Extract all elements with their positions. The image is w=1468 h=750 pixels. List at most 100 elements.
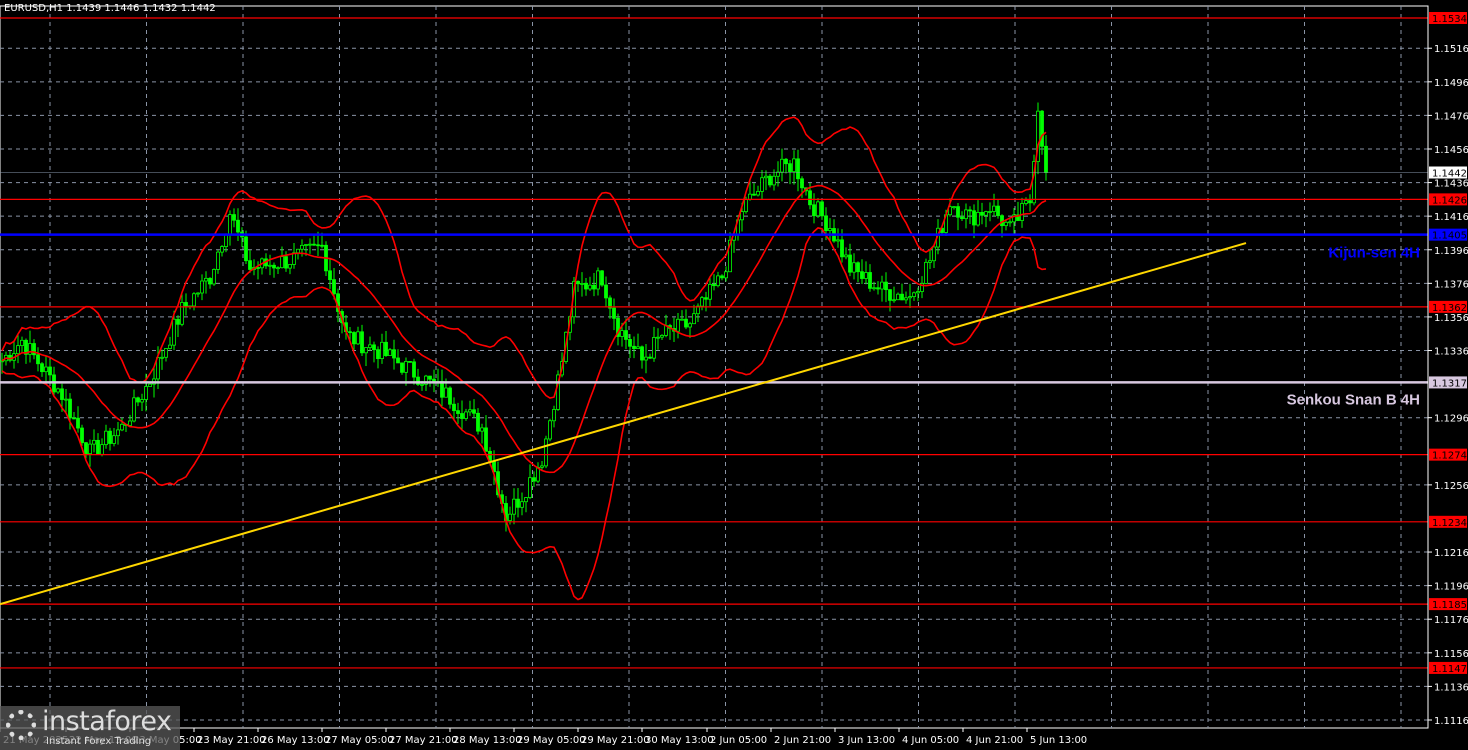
candle-body [528, 477, 532, 499]
candle-body [844, 254, 848, 258]
candle-body [208, 277, 212, 285]
candle-body [388, 349, 392, 357]
candle-body [976, 212, 980, 226]
candle-body [972, 210, 976, 226]
candle-body [348, 331, 352, 334]
y-tick-label: 1.1416 [1434, 212, 1468, 223]
candle-body [724, 271, 728, 279]
candle-body [400, 362, 404, 373]
candle-body [396, 357, 400, 364]
candle-body [392, 349, 396, 359]
candle-body [744, 199, 748, 213]
candle-body [112, 435, 116, 444]
y-tick-label: 1.1116 [1434, 716, 1468, 727]
candle-body [656, 336, 660, 339]
x-tick-label: 2 Jun 05:00 [710, 735, 767, 746]
y-tick-label: 1.1456 [1434, 145, 1468, 156]
price-chart[interactable]: 1.1516 1.1496 1.1476 1.1456 1.1436 1.1416 1.13… [0, 0, 1468, 750]
candle-body [860, 271, 864, 279]
candle-body [316, 244, 320, 247]
candle-body [796, 158, 800, 180]
candle-body [168, 344, 172, 349]
candle-body [356, 331, 360, 345]
candle-body [180, 302, 184, 325]
candle-body [752, 193, 756, 196]
candle-body [40, 363, 44, 373]
candle-body [596, 270, 600, 290]
candle-body [484, 427, 488, 452]
y-tick-label: 1.1216 [1434, 548, 1468, 559]
candle-body [160, 356, 164, 359]
support-resistance-level-label: 1.1362 [1432, 303, 1467, 314]
candle-body [676, 318, 680, 332]
candle-body [872, 287, 876, 290]
candle-body [440, 381, 444, 398]
candle-body [36, 354, 40, 365]
candle-body [128, 420, 132, 426]
y-tick-label: 1.1336 [1434, 347, 1468, 358]
candle-body [964, 209, 968, 220]
candle-body [84, 442, 88, 455]
band-middle [1, 184, 1047, 474]
x-tick-label: 23 May 21:00 [197, 735, 266, 746]
candle-body [288, 264, 292, 269]
candle-body [992, 205, 996, 212]
candle-body [308, 243, 312, 246]
y-tick-label: 1.1516 [1434, 44, 1468, 55]
candle-body [332, 279, 336, 295]
candle-body [968, 209, 972, 212]
candle-body [428, 375, 432, 380]
candle-body [716, 275, 720, 287]
candle-body [900, 293, 904, 301]
candle-body [700, 297, 704, 307]
candle-body [328, 270, 332, 281]
y-tick-label: 1.1256 [1434, 481, 1468, 492]
candle-body [196, 292, 200, 295]
candle-body [984, 211, 988, 216]
candle-body [828, 228, 832, 231]
candle-body [932, 246, 936, 262]
candle-body [548, 420, 552, 440]
candle-body [116, 429, 120, 437]
candle-body [636, 346, 640, 349]
y-tick-label: 1.1176 [1434, 615, 1468, 626]
candle-body [176, 318, 180, 325]
candle-body [276, 267, 280, 270]
candle-body [520, 501, 524, 508]
candle-body [908, 296, 912, 299]
candle-body [952, 206, 956, 209]
candle-body [848, 254, 852, 273]
chart-title: EURUSD,H1 1.1439 1.1446 1.1432 1.1442 [4, 3, 216, 14]
x-tick-label: 27 May 21:00 [389, 735, 458, 746]
candle-body [764, 175, 768, 179]
candle-body [640, 346, 644, 361]
candle-body [612, 307, 616, 319]
candle-body [376, 349, 380, 360]
candle-body [96, 439, 100, 455]
candle-body [412, 361, 416, 378]
candle-body [80, 427, 84, 444]
candle-body [212, 269, 216, 285]
candle-body [632, 345, 636, 349]
support-resistance-level-label: 1.1274 [1432, 451, 1467, 462]
candle-body [508, 513, 512, 521]
candle-body [64, 398, 68, 401]
candle-body [92, 439, 96, 445]
support-resistance-level-label: 1.1234 [1432, 518, 1467, 529]
senkou-span-b-caption: Senkou Snan B 4H [1287, 391, 1420, 408]
candle-body [464, 411, 468, 419]
candle-body [1020, 203, 1024, 221]
logo-name: instaforex [42, 706, 172, 737]
candle-body [192, 293, 196, 307]
candle-body [760, 177, 764, 192]
candle-body [988, 211, 992, 213]
candle-body [960, 216, 964, 220]
x-tick-label: 4 Jun 21:00 [966, 735, 1023, 746]
candle-body [312, 243, 316, 246]
candle-body [480, 427, 484, 432]
candle-body [360, 331, 364, 354]
candle-body [720, 275, 724, 279]
candle-body [1040, 110, 1044, 147]
y-tick-label: 1.1396 [1434, 246, 1468, 257]
candle-body [792, 158, 796, 173]
